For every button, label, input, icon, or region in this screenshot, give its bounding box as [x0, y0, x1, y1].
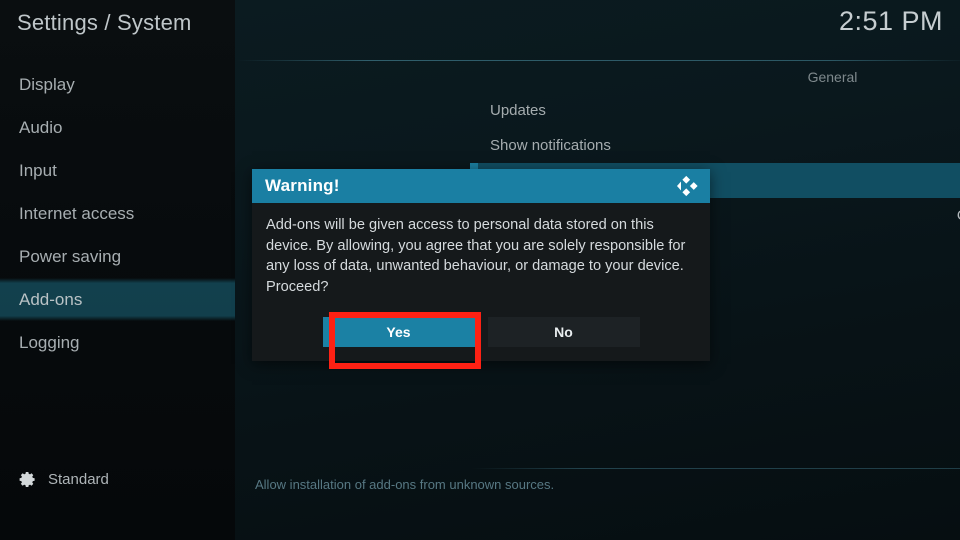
- setting-row-updates[interactable]: Updates Install updates automatically: [470, 93, 960, 128]
- sidebar-item-label: Add-ons: [19, 290, 83, 309]
- gear-icon: [19, 471, 35, 487]
- sidebar-item-audio[interactable]: Audio: [0, 106, 235, 149]
- no-button[interactable]: No: [487, 317, 640, 347]
- sidebar-item-label: Internet access: [19, 204, 135, 223]
- sidebar-item-label: Power saving: [19, 247, 122, 266]
- dialog-title: Warning!: [265, 176, 340, 195]
- sidebar-item-label: Logging: [19, 333, 80, 352]
- help-divider: [472, 468, 960, 469]
- dialog-button-row: Yes No: [252, 317, 710, 347]
- kodi-settings-screen: General Updates Install updates automati…: [0, 0, 960, 540]
- header-divider: [237, 60, 960, 61]
- sidebar-item-label: Audio: [19, 118, 63, 137]
- dialog-body: Add-ons will be given access to personal…: [252, 203, 710, 297]
- setting-help-text: Allow installation of add-ons from unkno…: [255, 477, 555, 492]
- sidebar-item-power-saving[interactable]: Power saving: [0, 235, 235, 278]
- page-title: Settings / System: [17, 10, 192, 35]
- sidebar-item-label: Display: [19, 75, 75, 94]
- sidebar-item-logging[interactable]: Logging: [0, 321, 235, 364]
- clock: 2:51 PM: [838, 6, 943, 36]
- setting-label: Show notifications: [490, 137, 611, 154]
- sidebar-item-add-ons[interactable]: Add-ons: [0, 278, 235, 321]
- sidebar: Settings / System Display Audio Input In…: [0, 0, 235, 540]
- sidebar-nav: Display Audio Input Internet access Powe…: [0, 63, 235, 364]
- settings-level-button[interactable]: Standard: [0, 464, 235, 494]
- dialog-message: Add-ons will be given access to personal…: [266, 217, 686, 295]
- warning-dialog: Warning! Add-ons will be given access to…: [252, 169, 710, 361]
- sidebar-item-internet-access[interactable]: Internet access: [0, 192, 235, 235]
- setting-label: Updates: [490, 102, 546, 119]
- sidebar-item-input[interactable]: Input: [0, 149, 235, 192]
- kodi-logo-icon: [677, 175, 698, 197]
- settings-group-header: General: [807, 69, 858, 85]
- settings-level-label: Standard: [48, 470, 109, 488]
- yes-button[interactable]: Yes: [322, 317, 475, 347]
- setting-row-show-notifications[interactable]: Show notifications: [470, 128, 960, 163]
- dialog-header: Warning!: [252, 169, 710, 203]
- sidebar-item-display[interactable]: Display: [0, 63, 235, 106]
- sidebar-item-label: Input: [19, 161, 57, 180]
